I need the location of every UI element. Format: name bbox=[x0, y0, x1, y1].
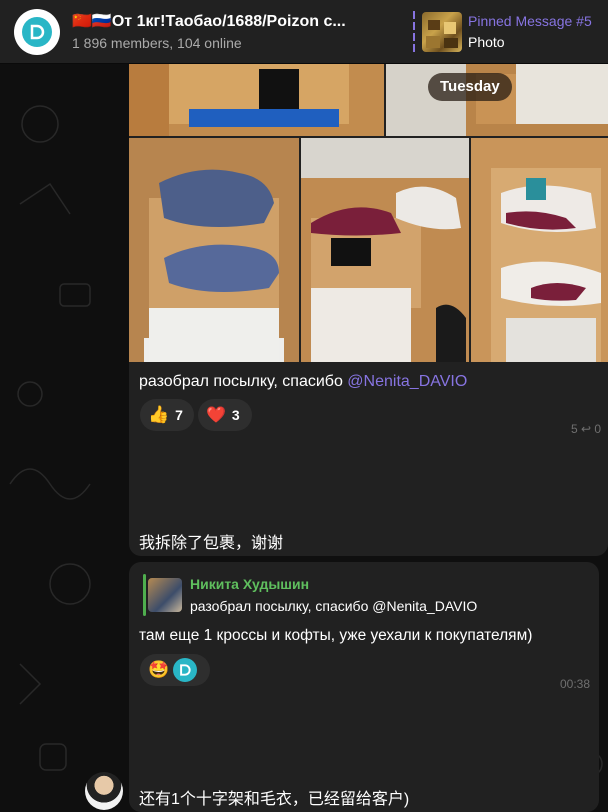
message-meta: 5 ↩ 0 bbox=[571, 422, 602, 436]
reply-thumbnail[interactable] bbox=[148, 578, 182, 612]
album-photo-5[interactable] bbox=[471, 138, 608, 362]
mention-link[interactable]: @Nenita_DAVIO bbox=[347, 373, 467, 390]
day-separator: Tuesday bbox=[428, 73, 512, 101]
reply-quote[interactable]: разобрал посылку, спасибо @Nenita_DAVIO bbox=[190, 598, 477, 614]
album-photo-4[interactable] bbox=[301, 138, 469, 362]
star-struck-icon: 🤩 bbox=[148, 660, 170, 679]
reaction-group[interactable]: 🤩 bbox=[140, 654, 210, 686]
message-text-cn-2: 还有1个十字架和毛衣，已经留给客户) bbox=[139, 791, 410, 808]
chat-title[interactable]: 🇨🇳🇷🇺От 1кг!Таобао/1688/Poizon с... bbox=[72, 11, 402, 31]
album-photo-1[interactable] bbox=[129, 64, 384, 136]
reaction-thumbs-up[interactable]: 👍 7 bbox=[140, 399, 194, 431]
reply-message-text: там еще 1 кроссы и кофты, уже уехали к п… bbox=[139, 627, 533, 644]
album-photo-3[interactable] bbox=[129, 138, 299, 362]
channel-logo-icon bbox=[22, 17, 52, 47]
thumbs-up-icon: 👍 bbox=[148, 405, 170, 424]
album-caption-text: разобрал посылку, спасибо bbox=[139, 373, 348, 390]
chat-subtitle: 1 896 members, 104 online bbox=[72, 35, 242, 51]
reaction-heart[interactable]: ❤️ 3 bbox=[198, 399, 252, 431]
message-time: 00:38 bbox=[560, 677, 591, 691]
user-avatar[interactable] bbox=[85, 772, 123, 810]
channel-avatar[interactable] bbox=[14, 9, 60, 55]
reply-author[interactable]: Никита Худышин bbox=[190, 576, 309, 592]
pinned-indicator bbox=[413, 11, 415, 53]
pinned-title[interactable]: Pinned Message #5 bbox=[468, 13, 592, 29]
pinned-text[interactable]: Photo bbox=[468, 34, 505, 50]
channel-logo-icon bbox=[173, 658, 198, 682]
message-text-cn-1: 我拆除了包裹，谢谢 bbox=[139, 535, 284, 552]
reply-indicator bbox=[143, 574, 146, 616]
reaction-count: 3 bbox=[231, 407, 240, 423]
heart-icon: ❤️ bbox=[206, 407, 226, 424]
pinned-thumbnail[interactable] bbox=[422, 12, 462, 52]
reaction-count: 7 bbox=[175, 407, 183, 423]
album-caption: разобрал посылку, спасибо @Nenita_DAVIO bbox=[139, 373, 467, 391]
chat-header[interactable]: 🇨🇳🇷🇺От 1кг!Таобао/1688/Poizon с... 1 896… bbox=[0, 0, 608, 64]
